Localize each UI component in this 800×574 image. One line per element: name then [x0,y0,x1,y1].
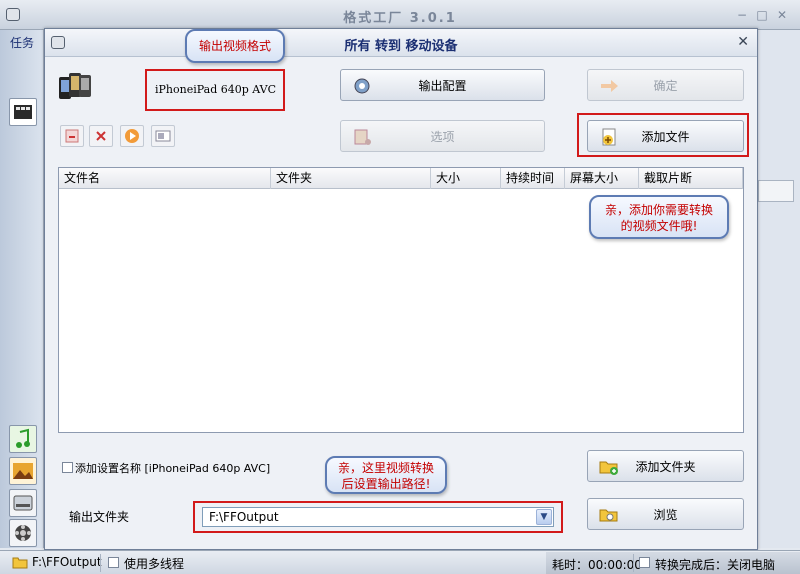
browse-button[interactable]: 浏览 [587,498,744,530]
left-task-label: 任务 [10,36,35,50]
output-folder-select[interactable]: F:\FFOutput ▼ [202,507,554,527]
maximize-icon[interactable]: □ [755,8,769,22]
ok-label: 确定 [653,78,678,93]
dialog-title: 所有 转到 移动设备 [344,39,458,54]
status-separator-2 [633,554,634,572]
multithread-label: 使用多线程 [124,557,185,571]
col-size[interactable]: 大小 [431,168,501,189]
media-info-icon[interactable] [151,125,175,147]
gear-icon [351,76,373,94]
remove-item-icon[interactable] [60,125,84,147]
output-path-tooltip: 亲，这里视频转换 后设置输出路径! [325,456,447,494]
col-filename[interactable]: 文件名 [59,168,271,189]
status-folder-icon[interactable] [12,556,28,569]
convert-dialog: 所有 转到 移动设备 ✕ iPhoneiPad 640p AVC 输出视频格式 … [44,28,758,550]
format-tooltip: 输出视频格式 [185,29,285,63]
output-config-label: 输出配置 [418,78,467,93]
output-path-tooltip-line2: 后设置输出路径! [341,477,431,491]
chevron-down-icon[interactable]: ▼ [536,509,552,525]
status-separator [100,554,101,572]
output-folder-value: F:\FFOutput [209,510,279,524]
add-setting-name-checkbox[interactable] [62,462,73,473]
main-window-title: 格式工厂 3.0.1 [343,11,457,26]
optical-device-tool-icon[interactable] [9,489,37,517]
picture-tool-icon[interactable] [9,457,37,485]
output-format-text: iPhoneiPad 640p AVC [155,83,277,96]
multithread-checkbox[interactable] [108,557,119,568]
add-folder-button[interactable]: 添加文件夹 [587,450,744,482]
options-label: 选项 [430,129,455,144]
add-folder-icon [598,457,620,475]
add-setting-name-label: 添加设置名称 [iPhoneiPad 640p AVC] [75,462,271,475]
right-panel-strip [758,30,800,548]
add-folder-label: 添加文件夹 [635,459,696,474]
film-options-icon [351,127,373,145]
output-format-box: iPhoneiPad 640p AVC [145,69,285,111]
after-done-checkbox[interactable] [639,557,650,568]
col-duration[interactable]: 持续时间 [501,168,565,189]
status-path[interactable]: F:\FFOutput [32,555,102,569]
main-title-bar: 格式工厂 3.0.1 − □ ✕ [0,0,800,30]
output-config-button[interactable]: 输出配置 [340,69,545,101]
mobile-device-icon [57,71,93,105]
dialog-close-icon[interactable]: ✕ [737,34,749,50]
format-tooltip-text: 输出视频格式 [198,39,271,53]
right-panel-tab[interactable] [758,180,794,202]
output-path-tooltip-line1: 亲，这里视频转换 [337,461,434,475]
table-header: 文件名 文件夹 大小 持续时间 屏幕大小 截取片断 [59,168,743,189]
video-tool-icon[interactable] [9,98,37,126]
add-file-tooltip: 亲，添加你需要转换 的视频文件哦! [589,195,729,239]
add-file-button[interactable]: 添加文件 [587,120,744,152]
output-folder-label: 输出文件夹 [69,510,130,524]
browse-label: 浏览 [653,507,678,522]
add-file-icon [598,127,620,146]
col-folder[interactable]: 文件夹 [271,168,431,189]
audio-tool-icon[interactable] [9,425,37,453]
close-icon[interactable]: ✕ [775,8,789,22]
arrow-right-icon [598,76,620,94]
browse-folder-icon [598,505,620,523]
after-done-label[interactable]: 转换完成后：关闭电脑 [655,556,775,573]
col-screen-size[interactable]: 屏幕大小 [565,168,639,189]
dialog-title-bar: 所有 转到 移动设备 ✕ [45,29,757,57]
add-file-tooltip-line1: 亲，添加你需要转换 [604,203,713,217]
col-clip[interactable]: 截取片断 [639,168,743,189]
minimize-icon[interactable]: − [735,8,749,22]
status-bar: F:\FFOutput 使用多线程 耗时：00:00:00 转换完成后：关闭电脑 [0,550,800,574]
play-icon[interactable] [120,125,144,147]
clear-list-icon[interactable] [89,125,113,147]
ok-button[interactable]: 确定 [587,69,744,101]
elapsed-time: 耗时：00:00:00 [552,558,642,572]
add-file-label: 添加文件 [641,129,690,144]
options-button[interactable]: 选项 [340,120,545,152]
add-file-tooltip-line2: 的视频文件哦! [620,219,698,233]
advanced-tool-icon[interactable] [9,519,37,547]
